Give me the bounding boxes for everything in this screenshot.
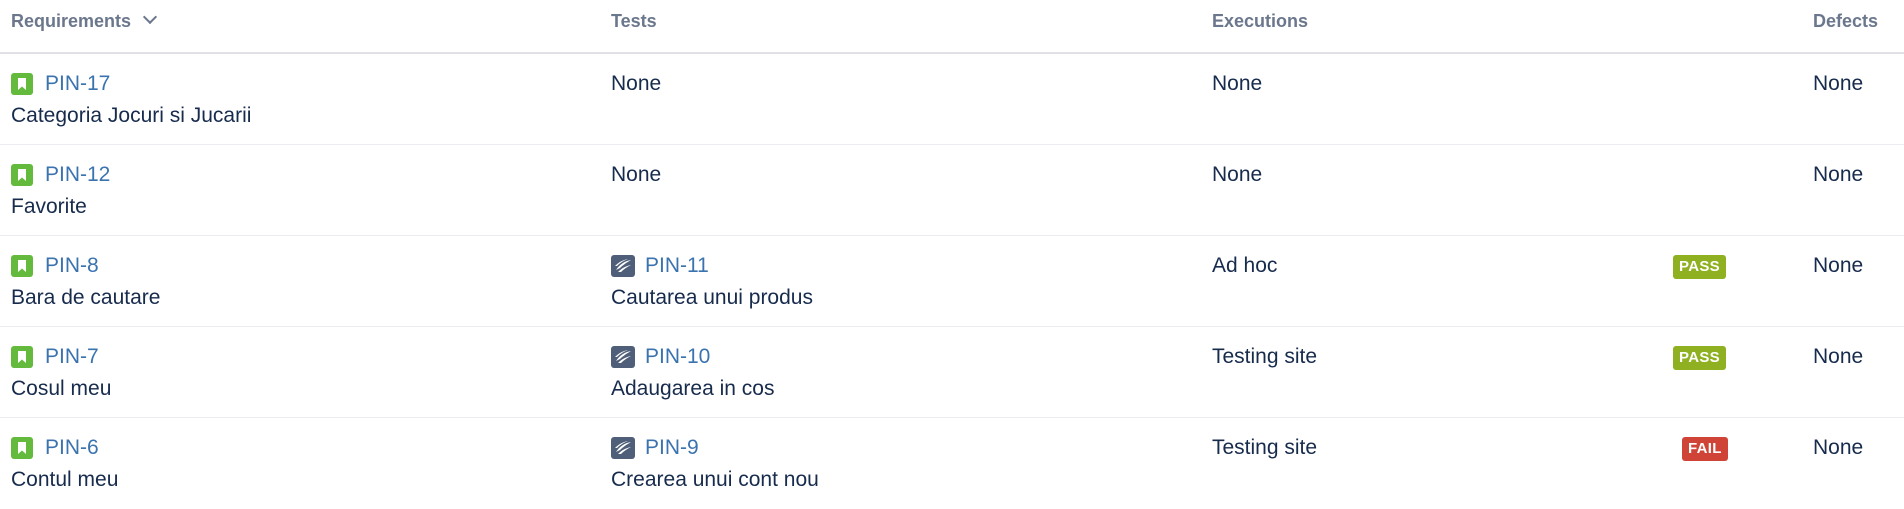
test-key-link[interactable]: PIN-9 <box>645 432 699 464</box>
test-key-link[interactable]: PIN-11 <box>645 250 709 282</box>
story-bookmark-icon <box>11 164 33 186</box>
story-bookmark-icon <box>11 346 33 368</box>
test-key-link[interactable]: PIN-10 <box>645 341 710 373</box>
story-bookmark-icon <box>11 437 33 459</box>
defects-text: None <box>1813 72 1864 95</box>
executions-cell: None <box>1212 68 1262 100</box>
defects-text: None <box>1813 345 1864 368</box>
table-header: Requirements Tests Executions Defects <box>0 0 1904 54</box>
status-badge-pass[interactable]: PASS <box>1673 255 1726 279</box>
requirement-summary: Cosul meu <box>11 377 112 400</box>
test-wing-icon <box>611 437 635 459</box>
tests-cell: None <box>611 159 661 191</box>
requirement-cell: PIN-7 Cosul meu <box>11 341 111 405</box>
executions-cell: Ad hoc <box>1212 250 1277 282</box>
requirement-summary: Favorite <box>11 195 87 218</box>
executions-cell: Testing site <box>1212 341 1317 373</box>
executions-cell: Testing site <box>1212 432 1317 464</box>
execution-text: Testing site <box>1212 345 1318 368</box>
chevron-down-icon[interactable] <box>142 9 158 25</box>
tests-none-text: None <box>611 163 662 186</box>
requirement-key-link[interactable]: PIN-17 <box>45 68 110 100</box>
requirement-cell: PIN-6 Contul meu <box>11 432 118 496</box>
requirement-summary: Contul meu <box>11 468 119 491</box>
requirement-key-link[interactable]: PIN-6 <box>45 432 99 464</box>
requirement-cell: PIN-8 Bara de cautare <box>11 250 160 314</box>
defects-column-header: Defects <box>1813 11 1879 31</box>
requirement-summary: Categoria Jocuri si Jucarii <box>11 104 252 127</box>
execution-text: None <box>1212 72 1263 95</box>
execution-text: Testing site <box>1212 436 1318 459</box>
test-summary: Adaugarea in cos <box>611 377 775 400</box>
tests-cell: PIN-10 Adaugarea in cos <box>611 341 774 405</box>
requirement-key-link[interactable]: PIN-7 <box>45 341 99 373</box>
traceability-table: Requirements Tests Executions Defects PI… <box>0 0 1904 509</box>
requirement-key-link[interactable]: PIN-8 <box>45 250 99 282</box>
defects-cell: None <box>1813 159 1863 191</box>
table-row: PIN-6 Contul meu PIN-9 Crearea unui cont… <box>0 418 1904 509</box>
tests-cell: PIN-9 Crearea unui cont nou <box>611 432 819 496</box>
table-row: PIN-12 Favorite None None None <box>0 145 1904 236</box>
tests-none-text: None <box>611 72 662 95</box>
table-row: PIN-7 Cosul meu PIN-10 Adaugarea in cos … <box>0 327 1904 418</box>
requirements-column-header[interactable]: Requirements <box>11 0 158 43</box>
requirements-header-label: Requirements <box>11 11 132 31</box>
story-bookmark-icon <box>11 255 33 277</box>
defects-text: None <box>1813 254 1864 277</box>
test-summary: Crearea unui cont nou <box>611 468 819 491</box>
requirement-cell: PIN-17 Categoria Jocuri si Jucarii <box>11 68 251 132</box>
defects-cell: None <box>1813 68 1863 100</box>
requirement-cell: PIN-12 Favorite <box>11 159 110 223</box>
requirement-key-link[interactable]: PIN-12 <box>45 159 110 191</box>
table-row: PIN-8 Bara de cautare PIN-11 Cautarea un… <box>0 236 1904 327</box>
executions-column-header: Executions <box>1212 11 1309 31</box>
story-bookmark-icon <box>11 73 33 95</box>
test-wing-icon <box>611 346 635 368</box>
tests-column-header: Tests <box>611 11 657 31</box>
execution-text: None <box>1212 163 1263 186</box>
status-badge-fail[interactable]: FAIL <box>1682 437 1728 461</box>
executions-cell: None <box>1212 159 1262 191</box>
tests-cell: PIN-11 Cautarea unui produs <box>611 250 813 314</box>
defects-text: None <box>1813 163 1864 186</box>
defects-text: None <box>1813 436 1864 459</box>
defects-cell: None <box>1813 341 1863 373</box>
defects-cell: None <box>1813 250 1863 282</box>
execution-text: Ad hoc <box>1212 254 1278 277</box>
requirement-summary: Bara de cautare <box>11 286 161 309</box>
test-wing-icon <box>611 255 635 277</box>
status-badge-pass[interactable]: PASS <box>1673 346 1726 370</box>
defects-cell: None <box>1813 432 1863 464</box>
tests-cell: None <box>611 68 661 100</box>
table-row: PIN-17 Categoria Jocuri si Jucarii None … <box>0 54 1904 145</box>
test-summary: Cautarea unui produs <box>611 286 813 309</box>
